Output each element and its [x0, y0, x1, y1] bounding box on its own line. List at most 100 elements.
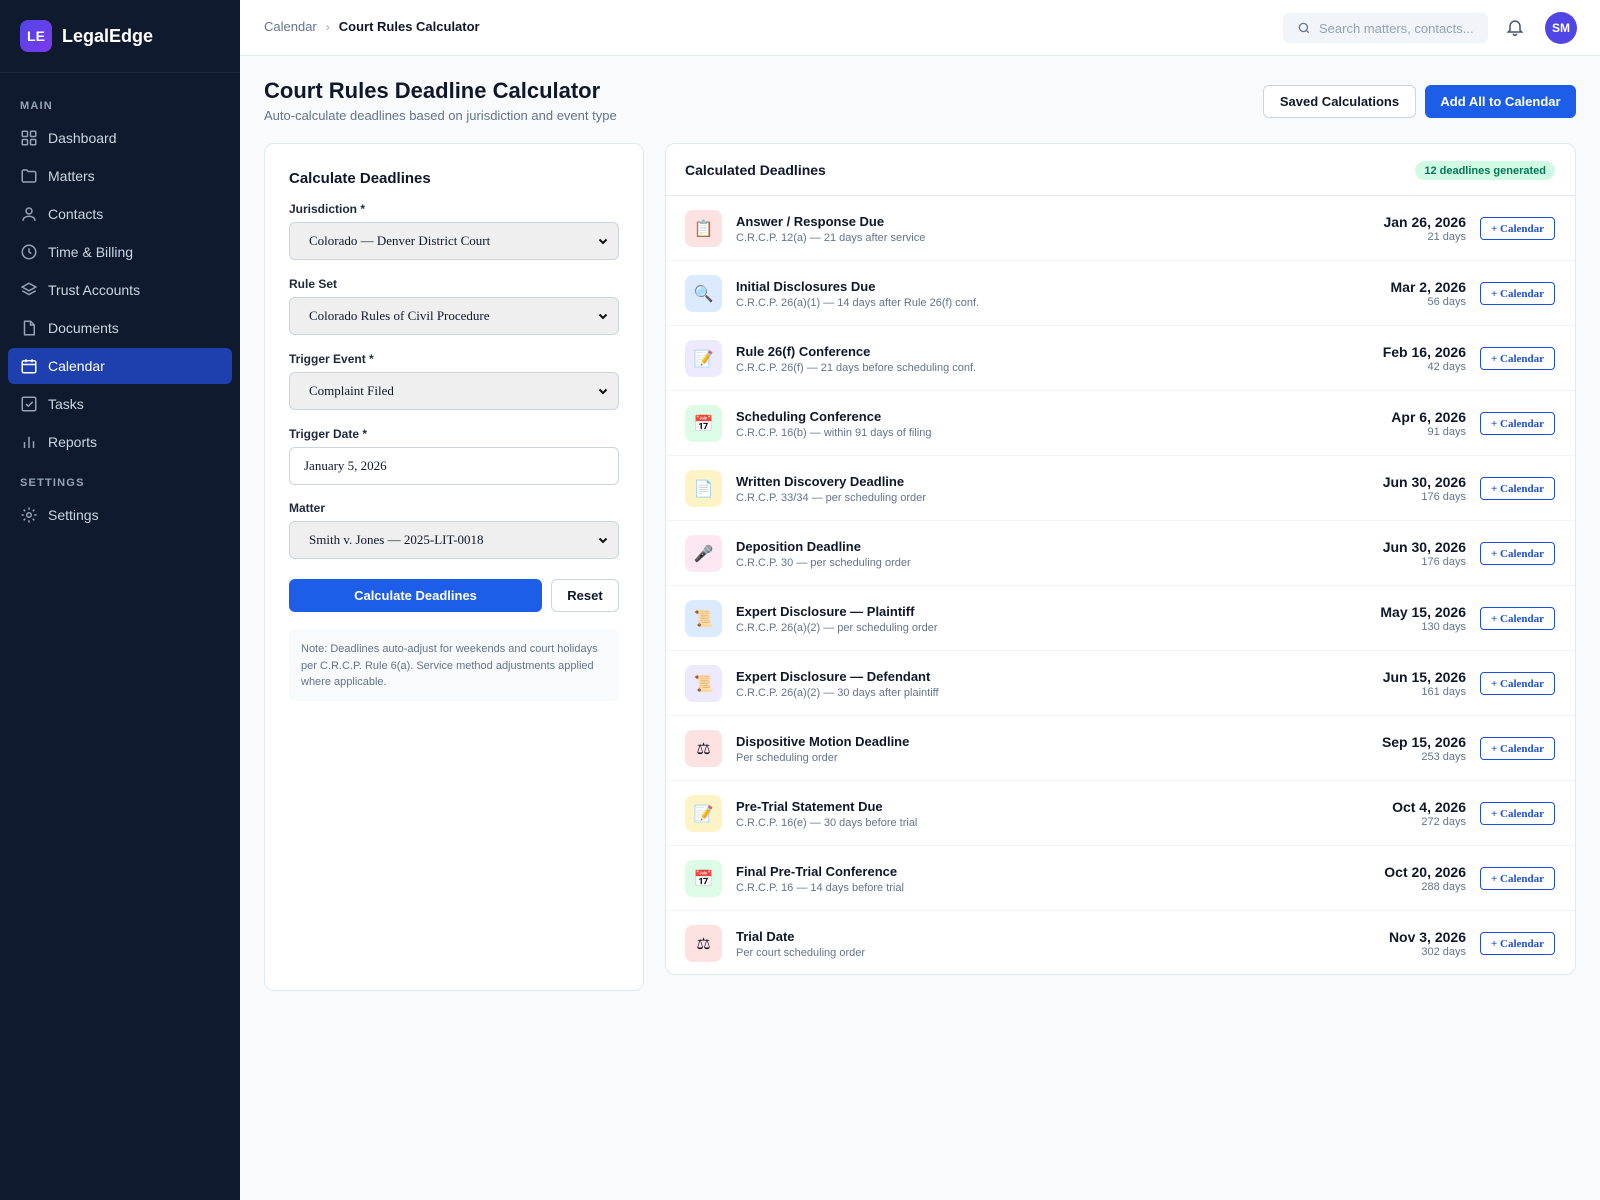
sidebar-item-label: Calendar: [48, 358, 105, 374]
checkbox-icon: [21, 396, 37, 412]
deadline-date: Jun 30, 2026: [1382, 539, 1466, 555]
deadline-row: 📜 Expert Disclosure — Defendant C.R.C.P. 2…: [666, 651, 1575, 716]
deadlines-header: Calculated Deadlines 12 deadlines genera…: [666, 144, 1575, 196]
trigger-date-input[interactable]: January 5, 2026: [289, 447, 619, 485]
sidebar-item-label: Documents: [48, 320, 119, 336]
sidebar-item-label: Matters: [48, 168, 95, 184]
sidebar-item-contacts[interactable]: Contacts: [8, 196, 232, 232]
scroll-icon: 📜: [685, 600, 722, 637]
add-to-calendar-button[interactable]: + Calendar: [1480, 607, 1555, 630]
add-all-to-calendar-button[interactable]: Add All to Calendar: [1425, 85, 1576, 118]
matter-value: Smith v. Jones — 2025-LIT-0018: [309, 532, 484, 547]
sidebar-item-time-billing[interactable]: Time & Billing: [8, 234, 232, 270]
deadline-rule: C.R.C.P. 26(a)(1) — 14 days after Rule 2…: [736, 297, 980, 309]
sidebar-item-label: Settings: [48, 507, 99, 523]
sidebar-item-documents[interactable]: Documents: [8, 310, 232, 346]
deadline-days: 288 days: [1421, 881, 1466, 893]
deadline-days: 253 days: [1421, 751, 1466, 763]
page-title: Court Rules Deadline Calculator: [264, 78, 601, 103]
trigger-event-label: Trigger Event *: [289, 352, 374, 366]
deadlines-title: Calculated Deadlines: [685, 162, 826, 178]
deadline-rule: C.R.C.P. 26(a)(2) — 30 days after plaint…: [736, 687, 939, 699]
brand: LE LegalEdge: [0, 0, 240, 73]
deadline-row: 📋 Answer / Response Due C.R.C.P. 12(a) — 2…: [666, 196, 1575, 261]
add-to-calendar-button[interactable]: + Calendar: [1480, 282, 1555, 305]
chevron-down-icon: [598, 238, 608, 245]
sidebar-item-label: Time & Billing: [48, 244, 134, 260]
deadline-rule: C.R.C.P. 33/34 — per scheduling order: [736, 492, 926, 504]
breadcrumb: Calendar › Court Rules Calculator: [264, 19, 480, 34]
deadline-row: 📝 Pre-Trial Statement Due C.R.C.P. 16(e) —…: [666, 781, 1575, 846]
deadline-row: 📄 Written Discovery Deadline C.R.C.P. 33/3…: [666, 456, 1575, 521]
chevron-down-icon: [598, 388, 608, 395]
deadline-date: Mar 2, 2026: [1390, 279, 1467, 295]
deadline-rule: C.R.C.P. 30 — per scheduling order: [736, 557, 911, 569]
chevron-down-icon: [598, 313, 608, 320]
weekend-holiday-note: Note: Deadlines auto-adjust for weekends…: [289, 629, 619, 701]
scales-icon: ⚖: [685, 925, 722, 962]
sidebar-item-calendar[interactable]: Calendar: [8, 348, 232, 384]
deadline-days: 130 days: [1421, 621, 1466, 633]
saved-calculations-button[interactable]: Saved Calculations: [1263, 85, 1416, 118]
add-to-calendar-button[interactable]: + Calendar: [1480, 802, 1555, 825]
brand-name[interactable]: LegalEdge: [62, 26, 153, 47]
topbar: Calendar › Court Rules Calculator SM: [240, 0, 1600, 56]
calculated-deadlines-card: Calculated Deadlines 12 deadlines genera…: [665, 143, 1576, 975]
add-to-calendar-button[interactable]: + Calendar: [1480, 477, 1555, 500]
deadline-date: Jan 26, 2026: [1383, 214, 1466, 230]
memo-icon: 📝: [685, 795, 722, 832]
sidebar-item-trust-accounts[interactable]: Trust Accounts: [8, 272, 232, 308]
deadline-title: Expert Disclosure — Plaintiff: [736, 604, 915, 619]
scroll-icon: 📜: [685, 665, 722, 702]
brand-logo[interactable]: LE: [20, 20, 52, 52]
bell-icon[interactable]: [1505, 17, 1525, 37]
add-to-calendar-button[interactable]: + Calendar: [1480, 932, 1555, 955]
trigger-event-select[interactable]: Complaint Filed: [289, 372, 619, 410]
deadline-days: 176 days: [1421, 491, 1466, 503]
add-to-calendar-button[interactable]: + Calendar: [1480, 867, 1555, 890]
calculate-deadlines-button[interactable]: Calculate Deadlines: [289, 579, 542, 612]
page-icon: 📄: [685, 470, 722, 507]
calculate-form-card: Calculate Deadlines Jurisdiction * Color…: [264, 143, 644, 991]
sidebar-item-matters[interactable]: Matters: [8, 158, 232, 194]
trigger-date-value: January 5, 2026: [304, 458, 387, 473]
breadcrumb-calendar[interactable]: Calendar: [264, 19, 317, 34]
deadline-title: Trial Date: [736, 929, 795, 944]
add-to-calendar-button[interactable]: + Calendar: [1480, 412, 1555, 435]
sidebar-item-settings[interactable]: Settings: [8, 497, 232, 533]
scales-icon: ⚖: [685, 730, 722, 767]
chevron-down-icon: [598, 537, 608, 544]
deadline-rule: C.R.C.P. 16 — 14 days before trial: [736, 882, 904, 894]
search-input[interactable]: [1319, 20, 1484, 36]
add-to-calendar-button[interactable]: + Calendar: [1480, 672, 1555, 695]
nav-section-main: MAIN: [20, 100, 53, 112]
add-to-calendar-button[interactable]: + Calendar: [1480, 347, 1555, 370]
sidebar-item-reports[interactable]: Reports: [8, 424, 232, 460]
deadline-title: Scheduling Conference: [736, 409, 882, 424]
gear-icon: [21, 507, 37, 523]
deadline-title: Initial Disclosures Due: [736, 279, 876, 294]
jurisdiction-select[interactable]: Colorado — Denver District Court: [289, 222, 619, 260]
reset-button[interactable]: Reset: [551, 579, 619, 612]
ruleset-select[interactable]: Colorado Rules of Civil Procedure: [289, 297, 619, 335]
add-to-calendar-button[interactable]: + Calendar: [1480, 217, 1555, 240]
add-to-calendar-button[interactable]: + Calendar: [1480, 542, 1555, 565]
search-box[interactable]: [1283, 13, 1488, 43]
deadline-title: Dispositive Motion Deadline: [736, 734, 910, 749]
sidebar-item-tasks[interactable]: Tasks: [8, 386, 232, 422]
avatar[interactable]: SM: [1545, 12, 1577, 44]
sidebar-item-dashboard[interactable]: Dashboard: [8, 120, 232, 156]
add-to-calendar-button[interactable]: + Calendar: [1480, 737, 1555, 760]
search-icon: [1298, 22, 1310, 34]
deadline-days: 302 days: [1421, 946, 1466, 958]
deadline-rule: C.R.C.P. 26(f) — 21 days before scheduli…: [736, 362, 977, 374]
sidebar-item-label: Trust Accounts: [48, 282, 141, 298]
deadline-rule: Per court scheduling order: [736, 947, 866, 959]
deadline-days: 161 days: [1421, 686, 1466, 698]
trigger-date-label: Trigger Date *: [289, 427, 368, 441]
page-subtitle: Auto-calculate deadlines based on jurisd…: [264, 108, 617, 123]
matter-select[interactable]: Smith v. Jones — 2025-LIT-0018: [289, 521, 619, 559]
matter-label: Matter: [289, 501, 326, 515]
memo-icon: 📝: [685, 340, 722, 377]
deadline-title: Answer / Response Due: [736, 214, 885, 229]
